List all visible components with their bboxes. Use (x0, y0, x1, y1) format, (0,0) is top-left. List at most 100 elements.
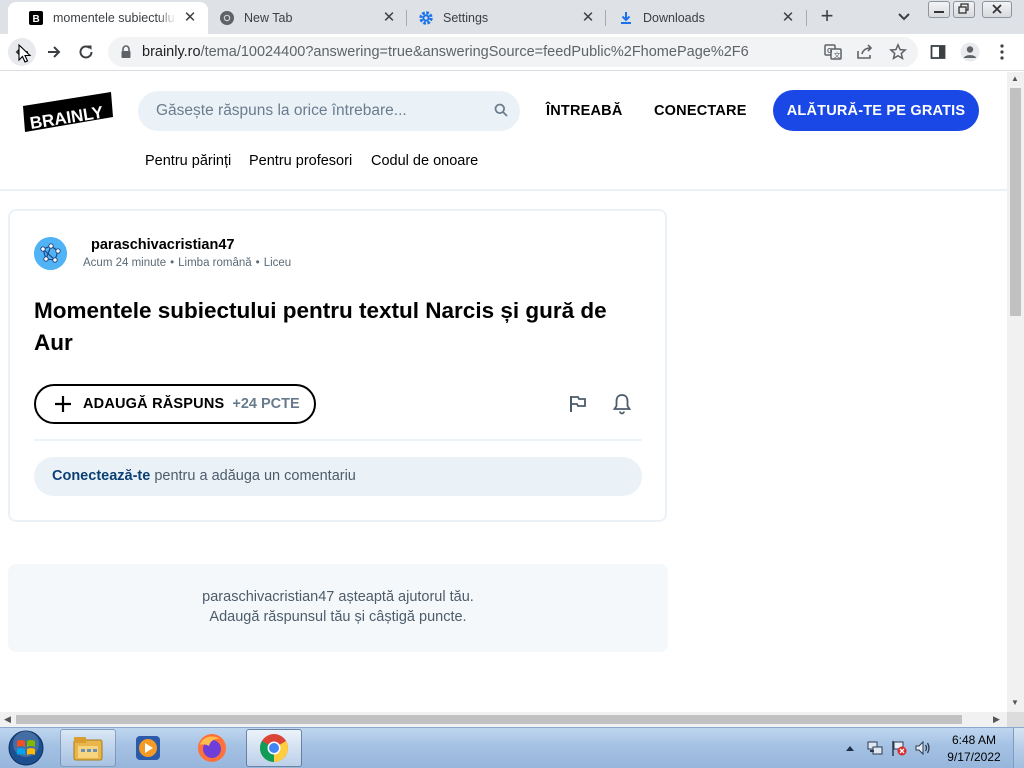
lock-icon[interactable] (120, 45, 132, 64)
tab-downloads[interactable]: Downloads ✕ (598, 2, 806, 34)
chrome-favicon (219, 10, 235, 26)
join-free-button[interactable]: ALĂTURĂ-TE PE GRATIS (773, 90, 979, 131)
meta-separator: • (170, 257, 175, 269)
reload-button[interactable] (72, 38, 100, 66)
waiting-line-2: Adaugă răspunsul tău și câștigă puncte. (209, 609, 467, 625)
system-clock[interactable]: 6:48 AM 9/17/2022 (936, 732, 1012, 766)
meta-separator: • (255, 257, 260, 269)
more-vertical-icon (1000, 44, 1004, 60)
tab-brainly[interactable]: B momentele subiectului pentru textul Na… (8, 2, 208, 34)
close-tab-icon[interactable]: ✕ (182, 10, 198, 26)
comment-prompt-text: pentru a adăuga un comentariu (150, 468, 356, 484)
brainly-logo[interactable]: BRAINLY (22, 92, 114, 133)
restore-window-button[interactable] (953, 1, 975, 18)
search-placeholder: Găsește răspuns la orice întrebare... (156, 102, 407, 119)
scroll-down-arrow-icon[interactable]: ▼ (1011, 698, 1019, 707)
plus-icon (54, 394, 72, 414)
start-button[interactable] (3, 729, 49, 767)
file-explorer-icon (73, 737, 103, 761)
settings-gear-icon (418, 10, 434, 26)
scroll-right-arrow-icon[interactable]: ▶ (993, 714, 1000, 725)
taskbar-chrome[interactable] (246, 729, 302, 767)
close-tab-icon[interactable]: ✕ (381, 10, 397, 26)
browser-tab-strip: B momentele subiectului pentru textul Na… (0, 0, 1024, 34)
svg-text:文: 文 (834, 51, 841, 60)
svg-text:B: B (33, 14, 40, 25)
network-icon[interactable] (864, 728, 886, 768)
subnav-teachers[interactable]: Pentru profesori (249, 153, 352, 169)
user-avatar[interactable] (34, 237, 67, 270)
login-to-comment-link[interactable]: Conectează-te (52, 468, 150, 484)
bookmark-star-icon[interactable] (889, 43, 907, 61)
comment-login-bar[interactable]: Conectează-te pentru a adăuga un comenta… (34, 457, 642, 496)
action-center-flag-icon[interactable] (888, 728, 910, 768)
svg-text:G: G (827, 48, 833, 55)
question-author[interactable]: paraschivacristian47 (91, 237, 234, 253)
chrome-icon (260, 734, 288, 762)
translate-icon[interactable]: G文 (824, 43, 842, 61)
question-time: Acum 24 minute (83, 257, 167, 269)
firefox-icon (198, 734, 226, 762)
tab-search-chevron-icon[interactable] (893, 8, 915, 26)
header-divider (0, 189, 1007, 191)
scrollbar-corner (1007, 712, 1024, 727)
question-title: Momentele subiectului pentru textul Narc… (34, 298, 607, 355)
search-bar[interactable]: Găsește răspuns la orice întrebare... (138, 91, 520, 131)
close-tab-icon[interactable]: ✕ (580, 10, 596, 26)
profile-button[interactable] (956, 38, 984, 66)
minimize-window-button[interactable] (928, 1, 950, 18)
report-flag-icon[interactable] (568, 394, 588, 414)
follow-bell-icon[interactable] (612, 393, 632, 415)
taskbar-firefox[interactable] (184, 729, 240, 767)
arrow-right-icon (48, 46, 61, 58)
question-card: paraschivacristian47 Acum 24 minute • Limb… (8, 209, 667, 522)
address-bar[interactable]: brainly.ro/tema/10024400?answering=true&… (108, 37, 918, 67)
tab-title: New Tab (244, 11, 293, 25)
ask-question-link[interactable]: ÎNTREABĂ (546, 103, 623, 119)
taskbar-media-player[interactable] (120, 729, 176, 767)
chrome-menu-button[interactable] (988, 38, 1016, 66)
vertical-scroll-thumb[interactable] (1010, 88, 1021, 316)
question-level: Liceu (263, 257, 292, 269)
address-url: brainly.ro/tema/10024400?answering=true&… (142, 44, 749, 60)
card-divider (34, 439, 642, 441)
new-tab-button[interactable]: + (814, 5, 840, 28)
tab-settings[interactable]: Settings ✕ (398, 2, 606, 34)
clock-date: 9/17/2022 (947, 750, 1001, 764)
close-window-button[interactable] (982, 1, 1012, 18)
subnav-parents[interactable]: Pentru părinți (145, 153, 231, 169)
share-icon[interactable] (856, 43, 874, 61)
page-viewport: BRAINLY Găsește răspuns la orice întreba… (0, 72, 1007, 712)
horizontal-scrollbar[interactable]: ◀ ▶ (0, 712, 1007, 727)
waiting-for-answer-box: paraschivacristian47 așteaptă ajutorul t… (8, 564, 668, 652)
scroll-up-arrow-icon[interactable]: ▲ (1011, 74, 1019, 83)
add-answer-button[interactable]: ADAUGĂ RĂSPUNS +24 PCTE (34, 384, 316, 424)
scroll-left-arrow-icon[interactable]: ◀ (4, 714, 11, 725)
search-icon[interactable] (494, 103, 508, 122)
tab-separator (806, 10, 807, 26)
side-panel-button[interactable] (924, 38, 952, 66)
molecule-avatar-icon (34, 237, 67, 270)
close-tab-icon[interactable]: ✕ (780, 10, 796, 26)
clock-time: 6:48 AM (951, 733, 997, 747)
tab-title: momentele subiectului pentru textul Narc… (53, 11, 176, 25)
url-path: /tema/10024400?answering=true&answeringS… (200, 44, 749, 60)
taskbar-file-explorer[interactable] (60, 729, 116, 767)
tab-title: Downloads (643, 11, 705, 25)
download-icon (618, 10, 634, 26)
login-link[interactable]: CONECTARE (654, 103, 747, 119)
tab-new-tab[interactable]: New Tab ✕ (199, 2, 407, 34)
subnav-honor-code[interactable]: Codul de onoare (371, 153, 478, 169)
show-desktop-button[interactable] (1013, 728, 1024, 768)
forward-button[interactable] (40, 38, 68, 66)
horizontal-scroll-thumb[interactable] (16, 715, 962, 724)
vertical-scrollbar[interactable]: ▲ ▼ (1007, 72, 1024, 712)
mouse-cursor-icon (18, 44, 32, 64)
show-hidden-icons-arrow[interactable] (843, 728, 857, 768)
volume-icon[interactable] (912, 728, 934, 768)
browser-toolbar: brainly.ro/tema/10024400?answering=true&… (0, 34, 1024, 71)
windows-start-orb-icon (8, 730, 44, 766)
question-subject[interactable]: Limba română (178, 257, 252, 269)
add-answer-label: ADAUGĂ RĂSPUNS (83, 396, 225, 412)
profile-avatar-icon (960, 42, 980, 62)
